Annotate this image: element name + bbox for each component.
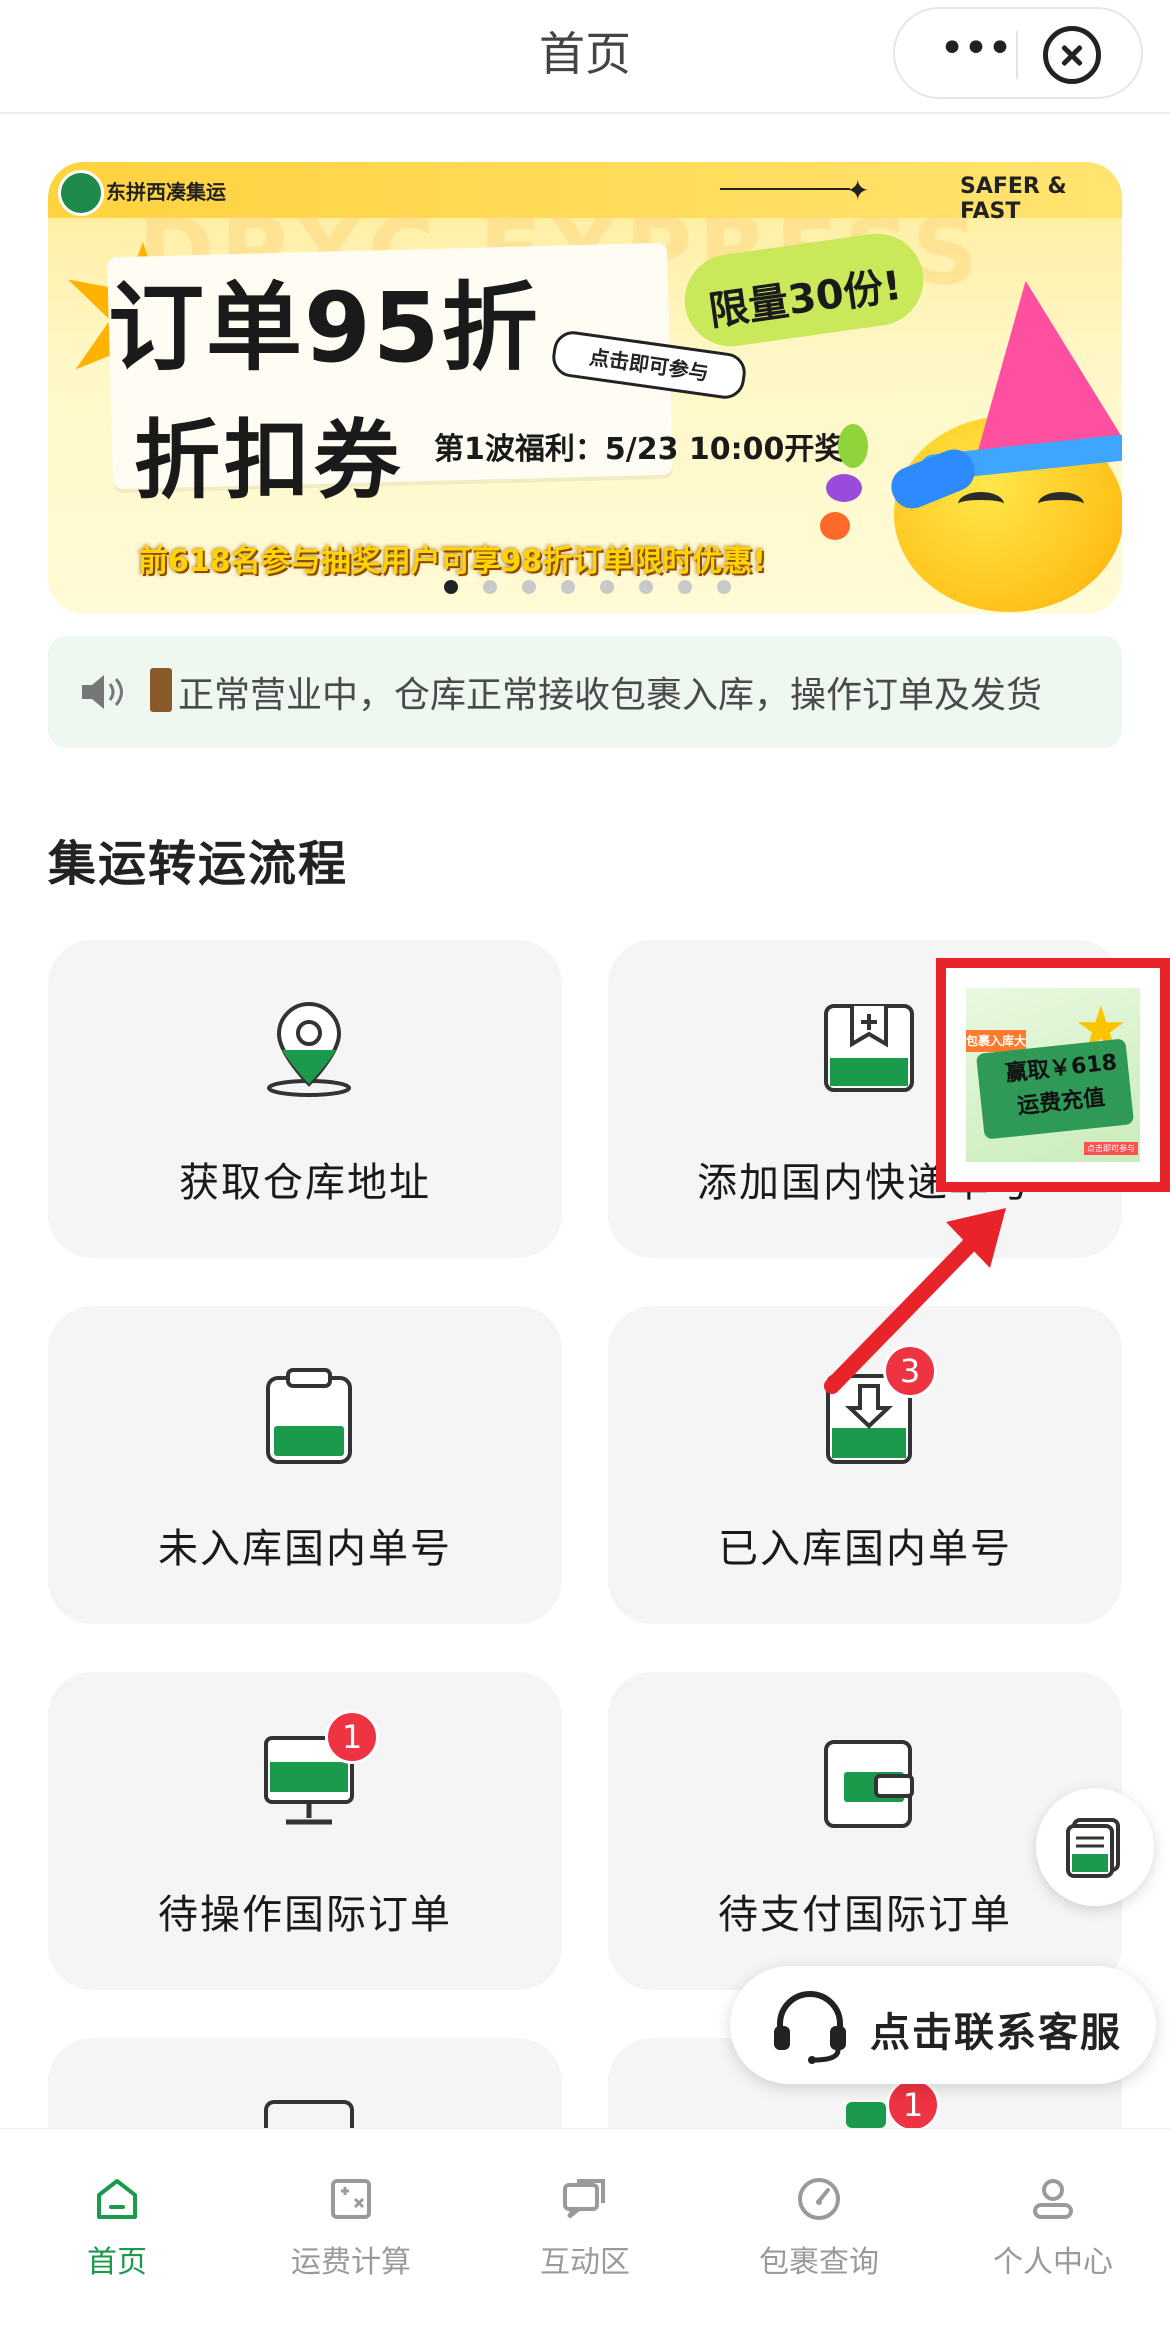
emoji-eye [958,492,1004,516]
carousel-dot[interactable] [678,580,692,594]
top-nav-bar: 首页 ••• [0,0,1170,114]
customer-service-label: 点击联系客服 [870,2010,1122,2056]
confetti-icon [838,424,868,468]
location-pin-icon [267,1001,351,1097]
miniprogram-capsule: ••• [893,7,1143,99]
tab-profile[interactable]: 个人中心 [936,2149,1170,2280]
carousel-dot[interactable] [444,580,458,594]
promo-small-tag: 点击即可参与 [1084,1142,1138,1155]
partial-count-badge: 1 [886,2078,940,2132]
speaker-icon [82,675,123,709]
carousel-dot[interactable] [717,580,731,594]
customer-service-button[interactable]: 点击联系客服 [730,1966,1156,2084]
document-float-button[interactable] [1036,1788,1154,1906]
highlight-frame: ★ 包裹入库大赛 赢取￥618 运费充值 点击即可参与 [936,958,1170,1192]
carousel-dot[interactable] [483,580,497,594]
capsule-divider [1016,31,1018,79]
carousel-dot[interactable] [561,580,575,594]
confetti-icon [826,474,862,502]
carousel-dot[interactable] [639,580,653,594]
received-count-badge: 3 [883,1344,937,1398]
package-contest-promo[interactable]: ★ 包裹入库大赛 赢取￥618 运费充值 点击即可参与 [966,988,1140,1162]
banner-promo-text: 前618名参与抽奖用户可享98折订单限时优惠! [138,544,767,579]
carousel-dot[interactable] [522,580,536,594]
headset-icon [774,1991,846,2064]
card-label: 已入库国内单号 [718,1526,1012,1572]
section-title: 集运转运流程 [48,836,349,892]
tab-label: 运费计算 [291,2245,411,2280]
tab-home[interactable]: 首页 [0,2149,234,2280]
add-tracking-icon [824,1004,914,1092]
tab-package-tracking[interactable]: 包裹查询 [702,2149,936,2280]
chat-icon [563,2179,605,2219]
card-icon-partial [264,2100,354,2130]
tab-label: 首页 [87,2245,147,2280]
brand-logo-icon [58,170,104,216]
gauge-icon [798,2178,840,2220]
tab-shipping-calculator[interactable]: 运费计算 [234,2149,468,2280]
banner-line [720,188,850,190]
tab-label: 包裹查询 [759,2245,879,2280]
card-icon-partial [846,2102,886,2128]
emoji-eye [1038,492,1084,516]
person-icon [1033,2179,1073,2219]
tab-label: 个人中心 [993,2245,1113,2280]
wallet-icon [824,1740,914,1828]
tab-community[interactable]: 互动区 [468,2149,702,2280]
card-pending-international[interactable]: 待操作国际订单 [48,1672,562,1990]
limit-text: 限量30份! [706,262,905,336]
announcement-bar[interactable]: 正常营业中，仓库正常接收包裹入库，操作订单及发货 [48,636,1122,748]
close-icon[interactable] [1043,26,1101,84]
banner-headline-2: 折扣券 [134,411,404,511]
banner-tagline: SAFER & FAST [960,174,1067,224]
carousel-dot[interactable] [600,580,614,594]
confetti-icon [820,512,850,540]
announcement-text: 正常营业中，仓库正常接收包裹入库，操作订单及发货 [178,675,1043,716]
card-get-warehouse-address[interactable]: 获取仓库地址 [48,940,562,1258]
more-menu-button[interactable]: ••• [925,27,1025,71]
card-not-received[interactable]: 未入库国内单号 [48,1306,562,1624]
home-icon [97,2179,137,2219]
card-received[interactable]: 已入库国内单号 [608,1306,1122,1624]
card-partial-left[interactable] [48,2038,562,2130]
package-icon [150,668,172,712]
banner-headline-1: 订单95折 [108,272,540,384]
document-icon [1066,1818,1120,1878]
card-label: 待操作国际订单 [158,1892,452,1938]
draw-time: 第1波福利：5/23 10:00开奖! [434,432,859,467]
promo-banner[interactable]: 东拼西凑集运 ✦ SAFER & FAST DPXC EXPRESS 订单95折… [48,162,1122,614]
tab-label: 互动区 [540,2245,630,2280]
card-label: 未入库国内单号 [158,1526,452,1572]
bottom-tab-bar: 首页 运费计算 互动区 包裹查询 个人中心 [0,2128,1170,2341]
pending-count-badge: 1 [325,1710,379,1764]
calculator-icon [331,2179,371,2219]
clipboard-icon [266,1368,352,1464]
card-label: 获取仓库地址 [179,1160,431,1206]
